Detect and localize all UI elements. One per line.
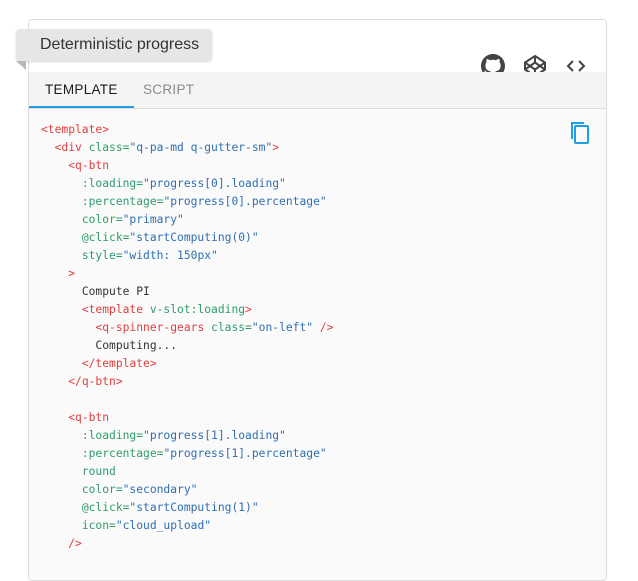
tab-script-label: SCRIPT <box>143 82 195 97</box>
code-token: </template> <box>81 357 157 370</box>
code-line: icon="cloud_upload" <box>41 517 333 535</box>
code-token: /> <box>313 321 334 334</box>
code-token: color= <box>81 213 123 226</box>
tab-template-label: TEMPLATE <box>45 82 118 97</box>
code-token: Compute PI <box>81 285 150 298</box>
code-line: :percentage="progress[0].percentage" <box>41 193 333 211</box>
code-token: > <box>245 303 252 316</box>
code-token: "progress[1].loading" <box>143 429 286 442</box>
code-token: <template <box>81 303 150 316</box>
code-token: > <box>68 267 76 280</box>
code-block: <template> <div class="q-pa-md q-gutter-… <box>29 109 606 580</box>
code-line: </template> <box>41 355 333 373</box>
tab-script[interactable]: SCRIPT <box>127 72 210 108</box>
code-token: <q-btn <box>68 411 110 424</box>
code-token: <q-spinner-gears <box>95 321 212 334</box>
code-line: round <box>41 463 333 481</box>
code-line: <template> <box>41 121 333 139</box>
code-line: > <box>41 265 333 283</box>
code-token: /> <box>68 537 82 550</box>
code-line: @click="startComputing(1)" <box>41 499 333 517</box>
code-tabs: TEMPLATE SCRIPT <box>29 72 606 109</box>
code-token: Computing... <box>95 339 178 352</box>
code-token: "on-left" <box>251 321 314 334</box>
copy-icon[interactable] <box>568 120 592 146</box>
code-line: /> <box>41 535 333 553</box>
code-token: "progress[0].percentage" <box>163 195 327 208</box>
code-line: color="secondary" <box>41 481 333 499</box>
code-line: <q-spinner-gears class="on-left" /> <box>41 319 333 337</box>
code-token: :percentage= <box>81 195 164 208</box>
code-token: "progress[0].loading" <box>143 177 286 190</box>
code-token: icon= <box>81 519 116 532</box>
code-token: > <box>272 141 280 154</box>
code-line: :loading="progress[1].loading" <box>41 427 333 445</box>
code-line: </q-btn> <box>41 373 333 391</box>
code-token: "progress[1].percentage" <box>163 447 327 460</box>
code-listing: <template> <div class="q-pa-md q-gutter-… <box>41 121 333 553</box>
code-line: :loading="progress[0].loading" <box>41 175 333 193</box>
code-token: "startComputing(1)" <box>129 501 259 514</box>
active-tab-indicator <box>29 106 134 108</box>
title-chip-fold <box>16 61 26 70</box>
code-line: color="primary" <box>41 211 333 229</box>
code-line: <q-btn <box>41 157 333 175</box>
code-token: <q-btn <box>68 159 110 172</box>
code-line: <q-btn <box>41 409 333 427</box>
code-token: </q-btn> <box>68 375 123 388</box>
code-token: :loading= <box>81 429 144 442</box>
code-line: style="width: 150px" <box>41 247 333 265</box>
code-token: round <box>81 465 116 478</box>
code-token: "width: 150px" <box>122 249 218 262</box>
code-token: v-slot:loading <box>149 303 246 316</box>
code-token: "primary" <box>122 213 184 226</box>
code-line: <div class="q-pa-md q-gutter-sm"> <box>41 139 333 157</box>
code-token: class= <box>88 141 130 154</box>
code-token: <div <box>54 141 89 154</box>
code-token: <template> <box>41 123 110 136</box>
tab-template[interactable]: TEMPLATE <box>29 72 134 108</box>
code-token: "cloud_upload" <box>115 519 212 532</box>
code-line: <template v-slot:loading> <box>41 301 333 319</box>
code-token: @click= <box>81 231 130 244</box>
code-token: @click= <box>81 501 130 514</box>
example-card: TEMPLATE SCRIPT <template> <div class="q… <box>28 19 607 581</box>
code-token: "q-pa-md q-gutter-sm" <box>129 141 273 154</box>
code-token: class= <box>211 321 252 334</box>
code-token: "startComputing(0)" <box>129 231 259 244</box>
code-line: :percentage="progress[1].percentage" <box>41 445 333 463</box>
code-line: Computing... <box>41 337 333 355</box>
code-line: @click="startComputing(0)" <box>41 229 333 247</box>
code-token: style= <box>81 249 123 262</box>
code-token: :loading= <box>81 177 144 190</box>
code-token: "secondary" <box>122 483 198 496</box>
example-title: Deterministic progress <box>16 29 212 61</box>
code-line: Compute PI <box>41 283 333 301</box>
code-token: color= <box>81 483 123 496</box>
code-token: :percentage= <box>81 447 164 460</box>
